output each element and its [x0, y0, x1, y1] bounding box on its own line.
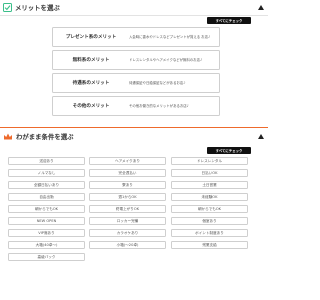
condition-item[interactable]: カラオケあり: [89, 229, 166, 237]
conditions-check-all-button[interactable]: すべてにチェック: [207, 147, 251, 154]
condition-item[interactable]: 高級バック: [8, 253, 85, 261]
merit-item-desc: その他お働き的なメリットがあるお店♪: [129, 103, 189, 108]
condition-item[interactable]: 土日営業: [171, 181, 248, 189]
merit-check-all-button[interactable]: すべてにチェック: [207, 17, 251, 24]
condition-item[interactable]: 送迎あり: [8, 157, 85, 165]
merit-item-name: プレゼント系のメリット: [65, 35, 117, 40]
merit-item-treatment[interactable]: 待遇系のメリット 待遇保証や日給保証などがあるお店♪: [52, 73, 220, 93]
merit-item-desc: 待遇保証や日給保証などがあるお店♪: [129, 80, 186, 85]
condition-item[interactable]: 残業支給: [171, 241, 248, 249]
condition-item[interactable]: 小箱(〜20卓): [89, 241, 166, 249]
condition-item[interactable]: 全額日払いあり: [8, 181, 85, 189]
condition-item[interactable]: 自由出勤: [8, 193, 85, 201]
condition-item[interactable]: ポイント制度あり: [171, 229, 248, 237]
merit-item-present[interactable]: プレゼント系のメリット 入会時に香水やドレスなどプレゼントが貰える お店♪: [52, 27, 220, 47]
merit-item-desc: ドレスレンタルやヘアメイクなどが無料のお店♪: [129, 57, 203, 62]
condition-item[interactable]: ヘアメイクあり: [89, 157, 166, 165]
condition-item[interactable]: NEW OPEN: [8, 217, 85, 225]
conditions-section-title: わがまま条件を選ぶ: [16, 133, 74, 141]
condition-item[interactable]: 朝からでもOK: [8, 205, 85, 213]
condition-item[interactable]: ノルマなし: [8, 169, 85, 177]
condition-item[interactable]: 完全週払い: [89, 169, 166, 177]
conditions-section-header[interactable]: わがまま条件を選ぶ: [0, 129, 268, 144]
checkbox-icon: [3, 3, 12, 12]
merit-item-name: 待遇系のメリット: [72, 81, 110, 86]
condition-item[interactable]: 終電上がりOK: [89, 205, 166, 213]
condition-item[interactable]: 日払いOK: [171, 169, 248, 177]
condition-item[interactable]: VIP席あり: [8, 229, 85, 237]
merit-item-desc: 入会時に香水やドレスなどプレゼントが貰える お店♪: [129, 34, 211, 39]
collapse-arrow-icon[interactable]: [258, 134, 264, 139]
merit-item-other[interactable]: その他のメリット その他お働き的なメリットがあるお店♪: [52, 96, 220, 116]
condition-item[interactable]: ドレスレンタル: [171, 157, 248, 165]
condition-item[interactable]: 週1からOK: [89, 193, 166, 201]
condition-item[interactable]: ロッカー完備: [89, 217, 166, 225]
condition-item[interactable]: 未経験OK: [171, 193, 248, 201]
condition-item[interactable]: 個室あり: [171, 217, 248, 225]
crown-icon: [4, 133, 12, 140]
condition-item[interactable]: 朝からでもOK: [171, 205, 248, 213]
merit-section-title: メリットを選ぶ: [15, 4, 60, 12]
section-divider: [0, 127, 268, 128]
merit-header-divider: [0, 15, 268, 16]
merit-section-header[interactable]: メリットを選ぶ: [0, 0, 268, 15]
merit-item-name: 無料系のメリット: [72, 58, 110, 63]
merit-item-free[interactable]: 無料系のメリット ドレスレンタルやヘアメイクなどが無料のお店♪: [52, 50, 220, 70]
condition-item[interactable]: 寮あり: [89, 181, 166, 189]
collapse-arrow-icon[interactable]: [258, 5, 264, 10]
condition-item[interactable]: 大箱(40卓〜): [8, 241, 85, 249]
merit-item-name: その他のメリット: [72, 104, 110, 109]
